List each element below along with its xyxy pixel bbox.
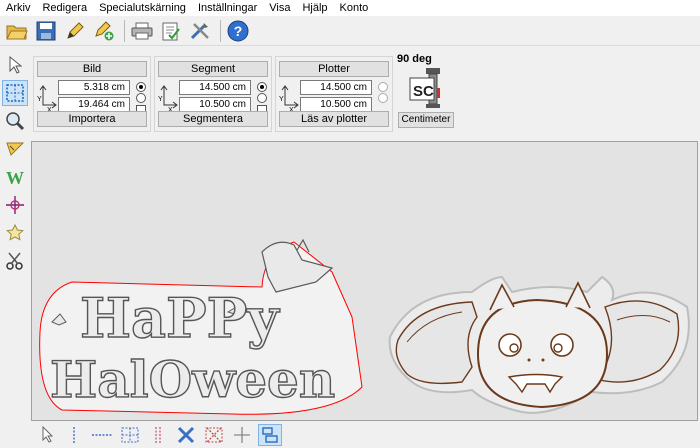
crosshair-icon[interactable] [2,192,28,218]
sc-logo[interactable]: SC [408,66,446,110]
select-rect-icon[interactable] [2,80,28,106]
help-icon[interactable]: ? [225,18,251,44]
wand-icon[interactable] [2,136,28,162]
svg-text:Y: Y [37,96,42,103]
bild-panel: Bild Y X 5.318 cm 19.464 cm Importera [33,56,151,132]
pointer-icon[interactable] [36,424,60,446]
halloween-text: HalOween [50,350,335,409]
save-icon[interactable] [33,18,59,44]
weed-icon[interactable]: W [2,164,28,190]
menu-konto[interactable]: Konto [340,2,369,14]
rect-dashed-icon[interactable] [118,424,142,446]
segmentera-button[interactable]: Segmentera [158,111,268,127]
menu-arkiv[interactable]: Arkiv [6,2,30,14]
plotter-x-field[interactable]: 14.500 cm [300,80,372,95]
plotter-y-field[interactable]: 10.500 cm [300,97,372,112]
scissors-icon[interactable] [2,248,28,274]
stack-rect-icon[interactable] [258,424,282,446]
svg-text:SC: SC [413,83,434,100]
axis-icon: Y X [279,85,299,113]
menu-installningar[interactable]: Inställningar [198,2,257,14]
x-icon[interactable] [174,424,198,446]
menu-visa[interactable]: Visa [269,2,290,14]
centimeter-button[interactable]: Centimeter [398,112,454,128]
star-icon[interactable] [2,220,28,246]
hline-dashed-icon[interactable] [90,424,114,446]
segment-panel: Segment Y X 14.500 cm 10.500 cm Segmente… [154,56,272,132]
bild-x-field[interactable]: 5.318 cm [58,80,130,95]
menu-specialutskarning[interactable]: Specialutskärning [99,2,186,14]
axis-icon: Y X [158,85,178,113]
segment-title: Segment [158,61,268,77]
bottom-toolbar [0,422,700,448]
bild-title: Bild [37,61,147,77]
cross-icon[interactable] [230,424,254,446]
pen-icon[interactable] [62,18,88,44]
plotter-title: Plotter [279,61,389,77]
segment-y-field[interactable]: 10.500 cm [179,97,251,112]
print-icon[interactable] [129,18,155,44]
happy-halloween-art[interactable]: HaPPy HalOween [39,238,363,415]
plotter-panel: Plotter Y X 14.500 cm 10.500 cm Läs av p… [275,56,393,132]
open-folder-icon[interactable] [4,18,30,44]
segment-radio-2[interactable] [257,93,267,103]
importera-button[interactable]: Importera [37,111,147,127]
svg-text:Y: Y [158,96,163,103]
bild-radio-2[interactable] [136,93,146,103]
rotation-label: 90 deg [397,53,432,65]
bat-art[interactable] [388,275,690,414]
las-av-plotter-button[interactable]: Läs av plotter [279,111,389,127]
menu-redigera[interactable]: Redigera [42,2,87,14]
segment-radio-1[interactable] [257,82,267,92]
toolbar-separator [220,19,221,42]
zoom-icon[interactable] [2,108,28,134]
main-toolbar: ? [0,16,700,46]
vline-dashed-icon[interactable] [62,424,86,446]
double-vline-icon[interactable] [146,424,170,446]
x-dashed-icon[interactable] [202,424,226,446]
happy-text: HaPPy [80,286,280,350]
axis-icon: Y X [37,85,57,113]
svg-text:?: ? [234,23,243,39]
menu-hjalp[interactable]: Hjälp [302,2,327,14]
pointer-icon[interactable] [2,52,28,78]
plotter-radio-1[interactable] [378,82,388,92]
toolbar-separator [124,19,125,42]
artwork-svg: HaPPy HalOween [39,238,690,415]
checklist-icon[interactable] [158,18,184,44]
segment-x-field[interactable]: 14.500 cm [179,80,251,95]
add-pen-icon[interactable] [91,18,117,44]
left-toolbar: W [0,48,30,278]
svg-text:W: W [6,168,24,187]
bild-radio-1[interactable] [136,82,146,92]
svg-text:Y: Y [279,96,284,103]
bild-y-field[interactable]: 19.464 cm [58,97,130,112]
design-canvas[interactable]: HaPPy HalOween [31,141,698,421]
menu-bar: Arkiv Redigera Specialutskärning Inställ… [0,0,700,16]
plotter-radio-2[interactable] [378,93,388,103]
tools-icon[interactable] [187,18,213,44]
